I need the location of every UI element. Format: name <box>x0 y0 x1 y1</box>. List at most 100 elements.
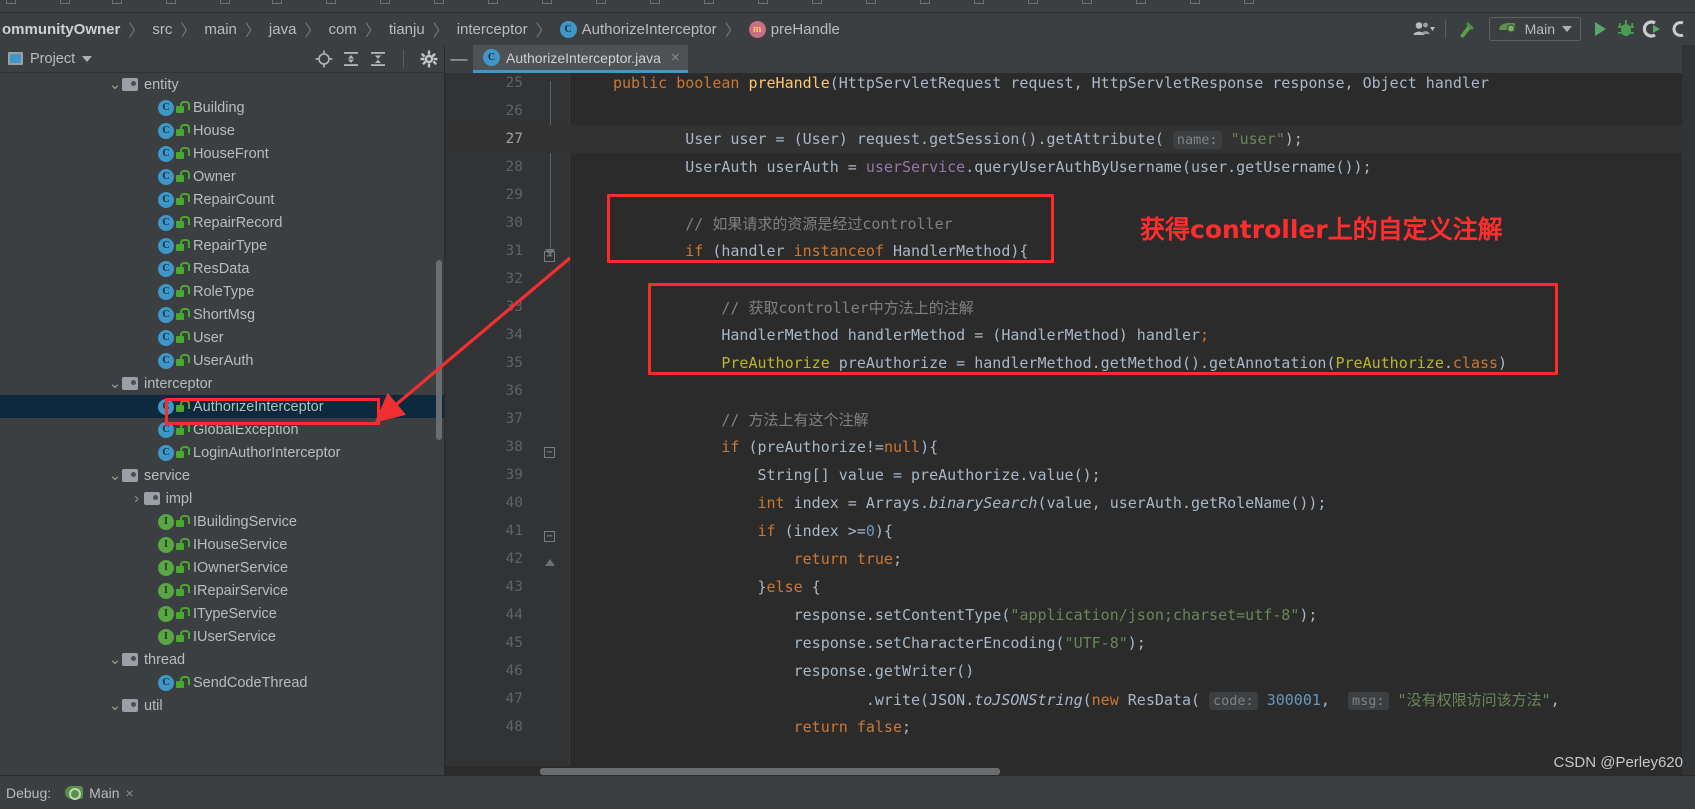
project-tree[interactable]: ⌄ entity C Building C House C HouseFront C Owner C… <box>0 73 444 775</box>
tree-item-roletype[interactable]: C RoleType <box>0 280 444 303</box>
toolbar-button-clipped[interactable] <box>812 0 822 4</box>
settings-gear-icon[interactable] <box>420 50 438 68</box>
tree-item-sendcodethread[interactable]: C SendCodeThread <box>0 671 444 694</box>
editor-tab-authorizeinterceptor[interactable]: C AuthorizeInterceptor.java × <box>473 45 688 73</box>
toolbar-button-clipped[interactable] <box>166 0 176 4</box>
tree-item-iuserservice[interactable]: I IUserService <box>0 625 444 648</box>
toolbar-button-clipped[interactable] <box>1082 0 1092 4</box>
run-configuration-selector[interactable]: Main <box>1488 17 1581 41</box>
breadcrumb-item-java[interactable]: java <box>262 17 304 41</box>
toolbar-button-clipped[interactable] <box>542 0 552 4</box>
tree-item-impl[interactable]: › impl <box>0 487 444 510</box>
tree-item-repairtype[interactable]: C RepairType <box>0 234 444 257</box>
tree-item-itypeservice[interactable]: I ITypeService <box>0 602 444 625</box>
chevron-down-icon[interactable]: ⌄ <box>108 376 122 391</box>
tree-item-service[interactable]: ⌄ service <box>0 464 444 487</box>
tree-item-ihouseservice[interactable]: I IHouseService <box>0 533 444 556</box>
breadcrumb-item-tianju[interactable]: tianju <box>382 17 432 41</box>
tree-item-repaircount[interactable]: C RepairCount <box>0 188 444 211</box>
tree-item-thread[interactable]: ⌄ thread <box>0 648 444 671</box>
toolbar-button-clipped[interactable] <box>6 0 16 4</box>
tree-item-user[interactable]: C User <box>0 326 444 349</box>
line-number: 29 <box>505 187 523 203</box>
breadcrumb-label: ommunityOwner <box>2 20 121 38</box>
toolbar-button-clipped[interactable] <box>220 0 230 4</box>
toolbar-button-clipped[interactable] <box>866 0 876 4</box>
tree-scrollbar[interactable] <box>436 260 442 440</box>
breadcrumb-item-authorizeinterceptor[interactable]: C AuthorizeInterceptor <box>553 17 724 41</box>
tree-item-loginauthorinterceptor[interactable]: C LoginAuthorInterceptor <box>0 441 444 464</box>
debug-session-tab[interactable]: Main × <box>65 785 134 801</box>
breadcrumb-item-ommunityowner[interactable]: ommunityOwner <box>0 17 127 41</box>
run-button[interactable] <box>1587 15 1613 43</box>
toolbar-button-clipped[interactable] <box>758 0 768 4</box>
toolbar-button-clipped[interactable] <box>974 0 984 4</box>
tree-item-building[interactable]: C Building <box>0 96 444 119</box>
chevron-down-icon[interactable]: ⌄ <box>108 468 122 483</box>
breadcrumb-item-com[interactable]: com <box>321 17 363 41</box>
tree-item-label: ITypeService <box>193 605 277 622</box>
toolbar-button-clipped[interactable] <box>326 0 336 4</box>
collapse-all-icon[interactable] <box>369 50 387 68</box>
toolbar-button-clipped[interactable] <box>1136 0 1146 4</box>
toolbar-button-clipped[interactable] <box>488 0 498 4</box>
chevron-down-icon[interactable]: ⌄ <box>108 77 122 92</box>
tree-item-ibuildingservice[interactable]: I IBuildingService <box>0 510 444 533</box>
tree-item-housefront[interactable]: C HouseFront <box>0 142 444 165</box>
user-avatar-icon[interactable] <box>1410 15 1438 43</box>
tree-item-iownerservice[interactable]: I IOwnerService <box>0 556 444 579</box>
build-hammer-icon[interactable] <box>1453 15 1483 43</box>
close-icon[interactable]: × <box>671 49 680 66</box>
close-icon[interactable]: × <box>126 785 134 801</box>
line-number: 39 <box>505 467 523 483</box>
toolbar-button-clipped[interactable] <box>1028 0 1038 4</box>
tree-item-authorizeinterceptor[interactable]: C AuthorizeInterceptor <box>0 395 444 418</box>
more-actions-button[interactable] <box>1665 15 1691 43</box>
tree-item-userauth[interactable]: C UserAuth <box>0 349 444 372</box>
tree-item-util[interactable]: ⌄ util <box>0 694 444 717</box>
toolbar-button-clipped[interactable] <box>112 0 122 4</box>
tree-item-repairrecord[interactable]: C RepairRecord <box>0 211 444 234</box>
tree-item-irepairservice[interactable]: I IRepairService <box>0 579 444 602</box>
locate-icon[interactable] <box>315 50 333 68</box>
tree-item-interceptor[interactable]: ⌄ interceptor <box>0 372 444 395</box>
code-editor[interactable]: − − − 25 public boolean preHandle(HttpSer… <box>445 73 1695 775</box>
breadcrumb-item-prehandle[interactable]: m preHandle <box>742 17 847 41</box>
debug-button[interactable] <box>1613 15 1639 43</box>
breadcrumb-item-src[interactable]: src <box>145 17 179 41</box>
tree-item-house[interactable]: C House <box>0 119 444 142</box>
run-with-coverage-button[interactable] <box>1639 15 1665 43</box>
chevron-down-icon[interactable]: ⌄ <box>108 698 122 713</box>
tree-item-resdata[interactable]: C ResData <box>0 257 444 280</box>
code-line-44: 44 response.setContentType("application/… <box>445 601 1695 629</box>
chevron-right-icon[interactable]: › <box>130 491 144 507</box>
tree-item-shortmsg[interactable]: C ShortMsg <box>0 303 444 326</box>
breadcrumb-item-main[interactable]: main <box>197 17 244 41</box>
expand-all-icon[interactable] <box>342 50 360 68</box>
toolbar-button-clipped[interactable] <box>1244 0 1254 4</box>
tree-item-owner[interactable]: C Owner <box>0 165 444 188</box>
toolbar-button-clipped[interactable] <box>704 0 714 4</box>
chevron-down-icon[interactable] <box>82 55 93 62</box>
tree-item-entity[interactable]: ⌄ entity <box>0 73 444 96</box>
toolbar-button-clipped[interactable] <box>380 0 390 4</box>
class-icon: C <box>158 306 174 323</box>
run-config-icon <box>1498 21 1518 37</box>
toolbar-button-clipped[interactable] <box>60 0 70 4</box>
toolbar-button-clipped[interactable] <box>920 0 930 4</box>
toolbar-button-clipped[interactable] <box>272 0 282 4</box>
tree-item-globalexception[interactable]: C GlobalException <box>0 418 444 441</box>
class-icon: C <box>158 168 174 185</box>
toolbar-button-clipped[interactable] <box>596 0 606 4</box>
chevron-down-icon[interactable]: ⌄ <box>108 652 122 667</box>
breadcrumb-item-interceptor[interactable]: interceptor <box>450 17 535 41</box>
project-panel-title-group[interactable]: Project <box>8 51 93 67</box>
toolbar-button-clipped[interactable] <box>434 0 444 4</box>
editor-hscrollbar[interactable] <box>540 768 1000 775</box>
toolbar-divider <box>1444 20 1446 38</box>
toolbar-button-clipped[interactable] <box>650 0 660 4</box>
hide-tool-window-button[interactable]: — <box>445 45 473 73</box>
editor-marker-gutter[interactable] <box>1682 45 1695 775</box>
toolbar-button-clipped[interactable] <box>1190 0 1200 4</box>
